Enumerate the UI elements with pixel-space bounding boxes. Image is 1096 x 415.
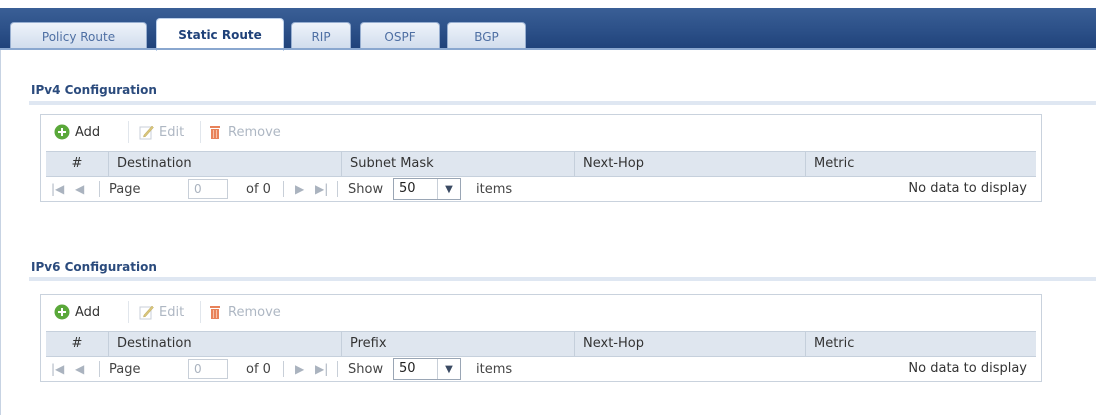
remove-label: Remove xyxy=(228,124,281,140)
static-route-content: IPv4 Configuration Add Edit Remove # Des… xyxy=(0,50,1096,415)
ipv6-route-panel: Add Edit Remove # Destination Prefix Nex… xyxy=(40,294,1042,382)
tab-static-route[interactable]: Static Route xyxy=(156,18,284,51)
prev-page-icon[interactable]: ◀ xyxy=(75,357,84,381)
pager-divider xyxy=(99,181,100,197)
ipv6-toolbar: Add Edit Remove xyxy=(41,295,1041,329)
empty-message: No data to display xyxy=(908,181,1027,196)
tab-rip[interactable]: RIP xyxy=(291,22,351,50)
empty-message: No data to display xyxy=(908,361,1027,376)
add-icon xyxy=(54,304,70,320)
tab-bar: Policy Route Static Route RIP OSPF BGP xyxy=(0,8,1096,51)
first-page-icon[interactable]: |◀ xyxy=(51,357,64,381)
next-page-icon[interactable]: ▶ xyxy=(295,177,304,201)
page-label: Page xyxy=(109,181,141,197)
remove-label: Remove xyxy=(228,304,281,320)
add-label: Add xyxy=(75,304,101,320)
col-next-hop[interactable]: Next-Hop xyxy=(574,332,805,356)
items-label: items xyxy=(476,181,513,197)
remove-icon xyxy=(210,306,220,319)
last-page-icon[interactable]: ▶| xyxy=(315,177,328,201)
tab-bgp[interactable]: BGP xyxy=(447,22,526,50)
ipv4-toolbar: Add Edit Remove xyxy=(41,115,1041,149)
pager-divider xyxy=(337,361,338,377)
ipv4-route-panel: Add Edit Remove # Destination Subnet Mas… xyxy=(40,114,1042,202)
tab-policy-route[interactable]: Policy Route xyxy=(10,22,147,50)
items-label: items xyxy=(476,361,513,377)
ipv4-remove-button[interactable]: Remove xyxy=(207,121,281,143)
show-label: Show xyxy=(348,361,384,377)
ipv4-pager: |◀ ◀ Page 0 of 0 ▶ ▶| Show 50 ▼ items No… xyxy=(41,177,1041,201)
ipv6-pager: |◀ ◀ Page 0 of 0 ▶ ▶| Show 50 ▼ items No… xyxy=(41,357,1041,381)
toolbar-divider xyxy=(128,301,129,323)
ipv6-section-divider xyxy=(29,277,1096,281)
ipv4-section-divider xyxy=(29,101,1096,105)
page-size-select[interactable]: 50 ▼ xyxy=(393,358,461,380)
toolbar-divider xyxy=(200,301,201,323)
col-metric[interactable]: Metric xyxy=(805,152,1038,176)
ipv6-section-title: IPv6 Configuration xyxy=(31,260,157,274)
first-page-icon[interactable]: |◀ xyxy=(51,177,64,201)
edit-icon xyxy=(139,125,154,140)
pager-divider xyxy=(283,181,284,197)
col-prefix[interactable]: Prefix xyxy=(341,332,574,356)
page-count: of 0 xyxy=(246,361,271,377)
page-label: Page xyxy=(109,361,141,377)
tab-ospf[interactable]: OSPF xyxy=(360,22,440,50)
pager-divider xyxy=(99,361,100,377)
remove-icon xyxy=(210,126,220,139)
page-number-input[interactable]: 0 xyxy=(188,359,228,379)
dropdown-arrow-icon[interactable]: ▼ xyxy=(437,359,460,379)
ipv6-grid-header: # Destination Prefix Next-Hop Metric xyxy=(46,331,1036,357)
prev-page-icon[interactable]: ◀ xyxy=(75,177,84,201)
col-index[interactable]: # xyxy=(46,152,108,176)
edit-label: Edit xyxy=(159,124,185,140)
toolbar-divider xyxy=(200,121,201,143)
ipv4-add-button[interactable]: Add xyxy=(54,121,100,143)
ipv4-edit-button[interactable]: Edit xyxy=(138,121,184,143)
page-count: of 0 xyxy=(246,181,271,197)
ipv6-remove-button[interactable]: Remove xyxy=(207,301,281,323)
show-label: Show xyxy=(348,181,384,197)
col-index[interactable]: # xyxy=(46,332,108,356)
pager-divider xyxy=(283,361,284,377)
pager-divider xyxy=(337,181,338,197)
next-page-icon[interactable]: ▶ xyxy=(295,357,304,381)
last-page-icon[interactable]: ▶| xyxy=(315,357,328,381)
page-number-input[interactable]: 0 xyxy=(188,179,228,199)
edit-icon xyxy=(139,305,154,320)
ipv6-add-button[interactable]: Add xyxy=(54,301,100,323)
ipv4-section-title: IPv4 Configuration xyxy=(31,83,157,97)
page-size-value: 50 xyxy=(399,181,416,196)
add-label: Add xyxy=(75,124,101,140)
col-destination[interactable]: Destination xyxy=(108,332,341,356)
dropdown-arrow-icon[interactable]: ▼ xyxy=(437,179,460,199)
ipv6-edit-button[interactable]: Edit xyxy=(138,301,184,323)
page-size-select[interactable]: 50 ▼ xyxy=(393,178,461,200)
col-subnet-mask[interactable]: Subnet Mask xyxy=(341,152,574,176)
edit-label: Edit xyxy=(159,304,185,320)
col-destination[interactable]: Destination xyxy=(108,152,341,176)
toolbar-divider xyxy=(128,121,129,143)
col-metric[interactable]: Metric xyxy=(805,332,1038,356)
col-next-hop[interactable]: Next-Hop xyxy=(574,152,805,176)
ipv4-grid-header: # Destination Subnet Mask Next-Hop Metri… xyxy=(46,151,1036,177)
add-icon xyxy=(54,124,70,140)
top-strip xyxy=(0,0,1096,8)
page-size-value: 50 xyxy=(399,361,416,376)
